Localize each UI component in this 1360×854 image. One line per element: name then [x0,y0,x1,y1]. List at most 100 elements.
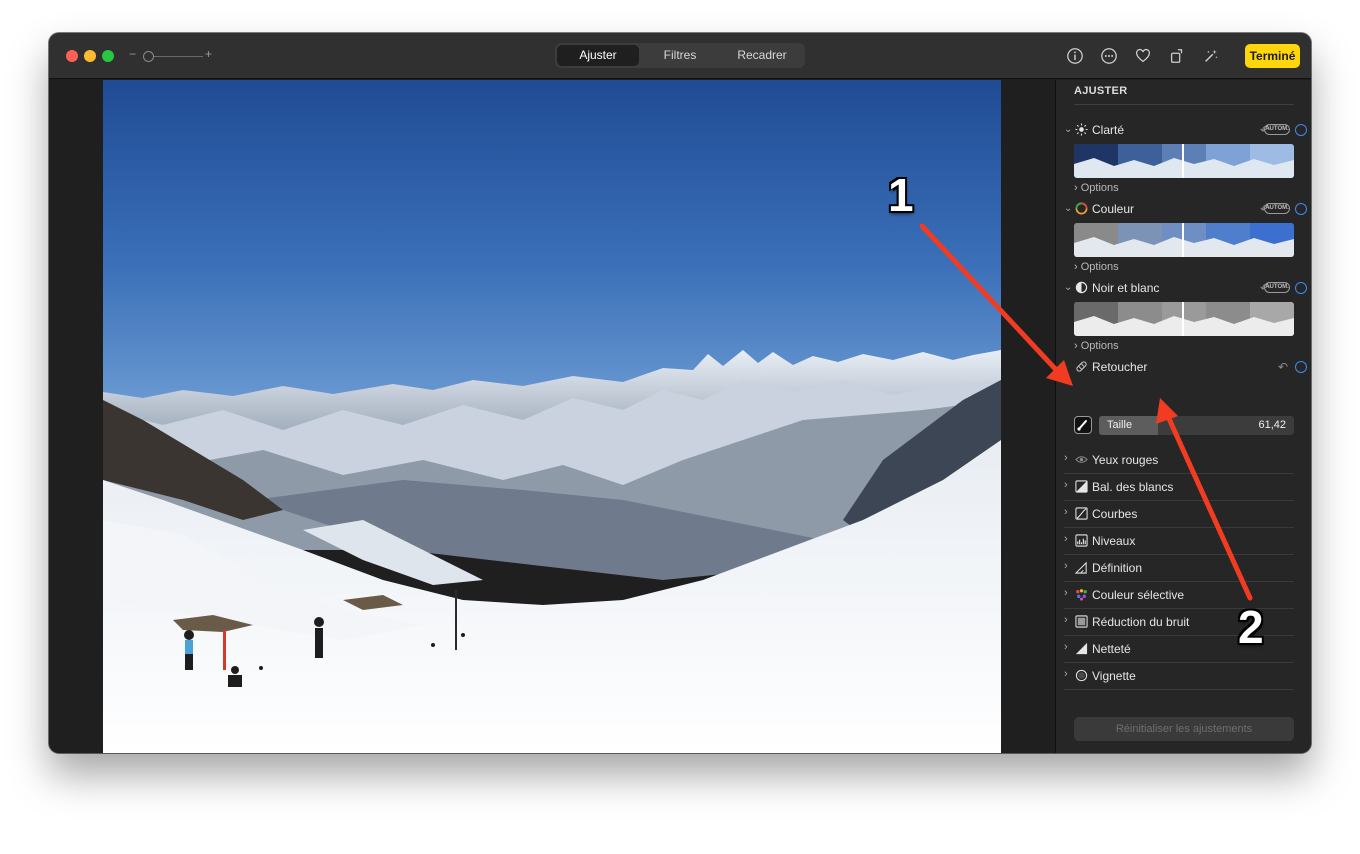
section-header-bw[interactable]: ⌄ Noir et blanc ↶ AUTOM. [1064,280,1307,298]
row-white-balance[interactable]: › Bal. des blancs [1064,474,1294,501]
section-label: Retoucher [1092,360,1148,374]
sidebar-divider [1074,104,1294,105]
magic-wand-icon[interactable] [1201,46,1221,66]
light-thumbnails [1074,144,1294,178]
sharpness-icon [1075,642,1088,655]
section-toggle[interactable] [1295,282,1307,294]
edit-mode-tabs: Ajuster Filtres Recadrer [555,43,805,68]
color-thumbnails [1074,223,1294,257]
row-label: Vignette [1092,669,1136,683]
options-toggle[interactable]: › Options [1074,340,1119,352]
auto-button[interactable]: AUTOM. [1264,203,1290,214]
done-button[interactable]: Terminé [1245,44,1300,68]
row-label: Réduction du bruit [1092,615,1190,629]
strip-handle[interactable] [1182,302,1184,336]
bw-preview-strip[interactable] [1074,302,1294,336]
chevron-right-icon[interactable]: › [1064,614,1068,626]
strip-handle[interactable] [1182,223,1184,257]
section-label: Clarté [1092,123,1125,137]
section-header-light[interactable]: ⌄ Clarté ↶ AUTOM. [1064,122,1307,140]
row-red-eye[interactable]: › Yeux rouges [1064,447,1294,474]
section-header-color[interactable]: ⌄ Couleur ↶ AUTOM. [1064,201,1307,219]
retouch-size-slider[interactable]: Taille 61,42 [1099,416,1294,435]
slider-value: 61,42 [1258,419,1286,431]
reset-adjustments-button[interactable]: Réinitialiser les ajustements [1074,717,1294,741]
title-bar: − + Ajuster Filtres Recadrer Terminé [49,33,1311,79]
annotation-number-1: 1 [888,169,914,221]
section-toggle[interactable] [1295,203,1307,215]
slider-label: Taille [1107,419,1133,431]
color-circle-icon [1075,202,1088,215]
ski-photo [103,80,1001,753]
bw-thumbnails [1074,302,1294,336]
strip-handle[interactable] [1182,144,1184,178]
chevron-down-icon[interactable]: ⌄ [1064,124,1072,135]
chevron-down-icon[interactable]: ⌄ [1064,203,1072,214]
heart-icon[interactable] [1133,46,1153,66]
annotation-number-2: 2 [1238,601,1264,653]
tab-adjust[interactable]: Ajuster [557,45,639,66]
chevron-right-icon[interactable]: › [1064,560,1068,572]
revert-icon[interactable]: ↶ [1278,360,1288,374]
curves-icon [1075,507,1088,520]
minimize-button[interactable] [84,50,96,62]
chevron-right-icon[interactable]: › [1064,479,1068,491]
tab-filters[interactable]: Filtres [639,45,721,66]
zoom-out-icon[interactable]: − [129,47,136,61]
sidebar-title: AJUSTER [1074,85,1128,97]
chevron-right-icon[interactable]: › [1064,452,1068,464]
info-icon[interactable] [1065,46,1085,66]
chevron-right-icon[interactable]: › [1064,533,1068,545]
bandage-icon [1076,361,1087,372]
adjust-sidebar: AJUSTER ⌄ Clarté ↶ AUTOM. › Options ⌄ Co… [1055,80,1311,753]
rotate-icon[interactable] [1167,46,1187,66]
half-circle-icon [1075,281,1088,294]
row-label: Définition [1092,561,1143,575]
more-icon[interactable] [1099,46,1119,66]
section-toggle[interactable] [1295,361,1307,373]
auto-button[interactable]: AUTOM. [1264,282,1290,293]
zoom-in-icon[interactable]: + [205,47,212,61]
chevron-right-icon[interactable]: › [1064,668,1068,680]
row-label: Couleur sélective [1092,588,1185,602]
sun-icon [1075,123,1088,136]
options-toggle[interactable]: › Options [1074,182,1119,194]
toolbar-icons [1065,46,1221,66]
brush-icon [1077,420,1087,431]
light-preview-strip[interactable] [1074,144,1294,178]
vignette-icon [1075,669,1088,682]
photos-edit-window: − + Ajuster Filtres Recadrer Terminé AJU… [49,33,1311,753]
row-label: Courbes [1092,507,1138,521]
chevron-right-icon[interactable]: › [1064,641,1068,653]
section-toggle[interactable] [1295,124,1307,136]
row-label: Niveaux [1092,534,1136,548]
chevron-right-icon[interactable]: › [1064,506,1068,518]
eye-icon [1075,456,1088,463]
levels-icon [1075,534,1088,547]
close-button[interactable] [66,50,78,62]
auto-button[interactable]: AUTOM. [1264,124,1290,135]
zoom-window-button[interactable] [102,50,114,62]
selective-color-icon [1076,589,1087,601]
zoom-knob[interactable] [143,51,154,62]
section-header-retouch[interactable]: Retoucher ↶ [1064,359,1307,377]
row-label: Yeux rouges [1092,453,1159,467]
zoom-slider[interactable]: − + [129,47,219,65]
definition-icon [1075,561,1087,574]
row-definition[interactable]: › Définition [1064,555,1294,582]
row-vignette[interactable]: › Vignette [1064,663,1294,690]
row-label: Netteté [1092,642,1131,656]
retouch-brush-button[interactable] [1074,416,1092,434]
color-preview-strip[interactable] [1074,223,1294,257]
chevron-down-icon[interactable]: ⌄ [1064,282,1072,293]
row-label: Bal. des blancs [1092,480,1174,494]
tab-crop[interactable]: Recadrer [721,45,803,66]
noise-icon [1075,615,1088,628]
row-levels[interactable]: › Niveaux [1064,528,1294,555]
section-label: Noir et blanc [1092,281,1160,295]
chevron-right-icon[interactable]: › [1064,587,1068,599]
options-toggle[interactable]: › Options [1074,261,1119,273]
white-balance-icon [1075,480,1088,493]
row-curves[interactable]: › Courbes [1064,501,1294,528]
section-label: Couleur [1092,202,1135,216]
